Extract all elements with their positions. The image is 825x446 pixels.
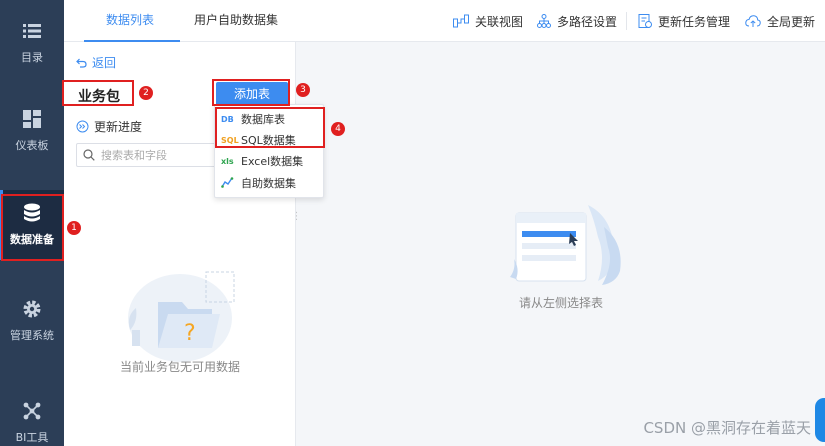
- rail-item-catalog[interactable]: 目录: [0, 8, 64, 78]
- empty-table-illustration: [510, 205, 621, 285]
- list-icon: [22, 21, 42, 41]
- toolbar-divider: [626, 12, 627, 30]
- svg-text:?: ?: [184, 321, 196, 346]
- rail-item-admin[interactable]: 管理系统: [0, 286, 64, 356]
- app-window: 目录 仪表板 数据准备 管理系统 BI工具 数据列表 用户自助数据集 关联视图 …: [0, 0, 825, 446]
- annotation-badge-3: 3: [296, 83, 310, 97]
- csdn-watermark: CSDN @黑洞存在着蓝天: [643, 419, 811, 437]
- annotation-box-2: [62, 80, 134, 106]
- tab-self-service-dataset[interactable]: 用户自助数据集: [194, 0, 278, 42]
- rail-item-label: 管理系统: [10, 329, 54, 342]
- back-link[interactable]: 返回: [76, 54, 116, 71]
- rail-item-label: 目录: [21, 51, 43, 64]
- search-icon: [83, 149, 95, 161]
- table-preview-area: 请从左侧选择表: [297, 42, 825, 446]
- annotation-box-4: [215, 107, 325, 148]
- empty-package-message: 当前业务包无可用数据: [119, 360, 240, 374]
- cloud-upload-icon: [745, 14, 761, 28]
- annotation-box-1: [1, 194, 64, 261]
- annotation-box-3: [212, 79, 290, 106]
- tab-data-list[interactable]: 数据列表: [106, 0, 154, 42]
- sitemap-icon: [537, 14, 551, 28]
- select-table-hint: 请从左侧选择表: [518, 296, 603, 310]
- rail-item-label: BI工具: [15, 431, 49, 444]
- related-view-icon: [453, 14, 469, 28]
- annotation-badge-2: 2: [139, 86, 153, 100]
- bi-tools-icon: [22, 401, 42, 421]
- search-input[interactable]: [101, 148, 211, 162]
- back-arrow-icon: [76, 58, 87, 68]
- annotation-badge-1: 1: [67, 221, 81, 235]
- rail-item-label: 仪表板: [15, 139, 49, 152]
- self-service-icon: [221, 176, 237, 190]
- menu-item-label: Excel数据集: [241, 155, 304, 168]
- rail-item-bi-tools[interactable]: BI工具: [0, 388, 64, 446]
- menu-item-self-service-dataset[interactable]: 自助数据集: [221, 173, 296, 193]
- excel-dataset-icon: xls: [221, 156, 234, 166]
- multi-path-label: 多路径设置: [557, 14, 618, 29]
- menu-item-label: 自助数据集: [241, 177, 296, 190]
- dashboard-icon: [22, 109, 42, 129]
- related-view-label: 关联视图: [475, 14, 524, 29]
- update-progress-label: 更新进度: [94, 120, 143, 134]
- back-label: 返回: [92, 56, 117, 70]
- annotation-badge-4: 4: [331, 122, 345, 136]
- empty-folder-illustration: ?: [128, 271, 235, 362]
- multi-path-button[interactable]: 多路径设置: [537, 0, 617, 42]
- update-task-button[interactable]: 更新任务管理: [638, 0, 730, 42]
- related-view-button[interactable]: 关联视图: [453, 0, 523, 42]
- update-task-label: 更新任务管理: [658, 14, 731, 29]
- update-progress-button[interactable]: 更新进度: [76, 118, 142, 135]
- rail-item-dashboard[interactable]: 仪表板: [0, 96, 64, 166]
- top-bar: 数据列表 用户自助数据集 关联视图 多路径设置 更新任务管理 全局更新: [64, 0, 825, 42]
- task-icon: [638, 14, 652, 28]
- search-box[interactable]: [76, 143, 220, 167]
- gear-icon: [22, 299, 42, 319]
- menu-item-excel-dataset[interactable]: xls Excel数据集: [221, 151, 303, 171]
- global-update-button[interactable]: 全局更新: [745, 0, 815, 42]
- global-update-label: 全局更新: [767, 14, 816, 29]
- update-progress-icon: [76, 120, 89, 133]
- floating-assistant-tab[interactable]: [815, 398, 825, 442]
